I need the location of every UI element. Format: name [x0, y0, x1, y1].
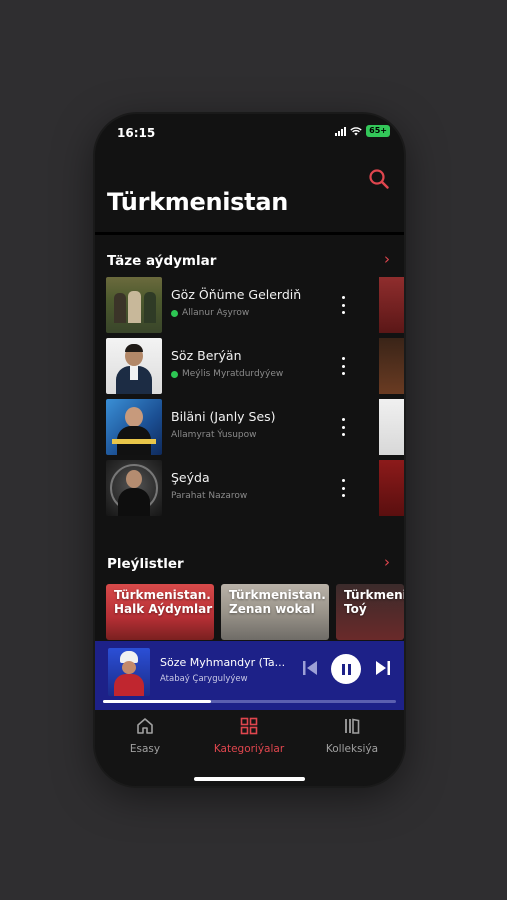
playback-progress-bar[interactable] — [103, 700, 396, 703]
playlist-card[interactable]: Türkmenistan. Halk Aýdymlar — [106, 584, 214, 640]
playlist-label-line: Zenan wokal — [229, 602, 315, 616]
track-artist: Meýlis Myratdurdyýew — [171, 369, 283, 379]
playlist-label-line: Türkmenistan. — [229, 588, 326, 602]
tab-label: Kolleksiýa — [325, 743, 379, 755]
verified-icon — [171, 370, 178, 378]
playlist-label: Türkmenistan. Halk Aýdymlar — [114, 588, 212, 616]
track-artwork — [106, 399, 162, 455]
new-songs-more-chevron-icon[interactable]: › — [384, 250, 390, 268]
track-artwork — [106, 277, 162, 333]
pause-button[interactable] — [331, 654, 361, 684]
verified-icon — [171, 309, 178, 317]
tab-home[interactable]: Esasy — [95, 716, 195, 755]
section-title-new-songs: Täze aýdymlar — [107, 253, 217, 269]
more-options-icon[interactable] — [339, 355, 347, 377]
status-time: 16:15 — [117, 126, 156, 140]
track-artist-name: Allamyrat Ýusupow — [171, 430, 257, 440]
search-icon[interactable] — [368, 168, 390, 190]
next-track-icon[interactable] — [374, 659, 392, 677]
now-playing-artwork — [108, 648, 150, 696]
next-column-artwork[interactable] — [379, 338, 404, 394]
playback-progress-fill — [103, 700, 212, 703]
playlist-card[interactable]: Türkmenistan. Zenan wokal — [221, 584, 329, 640]
pause-icon — [347, 663, 351, 675]
track-artist: Parahat Nazarow — [171, 491, 247, 501]
next-column-artwork[interactable] — [379, 277, 404, 333]
track-artist: Allamyrat Ýusupow — [171, 430, 257, 440]
track-artist: Allanur Aşyrow — [171, 308, 249, 318]
mini-player[interactable]: Söze Myhmandyr (Ta... Atabaý Çarygulyýew — [95, 641, 404, 710]
tab-label: Kategoriýalar — [213, 743, 285, 755]
next-column-artwork[interactable] — [379, 399, 404, 455]
signal-icon — [335, 126, 347, 136]
section-title-playlists: Pleýlistler — [107, 556, 184, 572]
battery-indicator: 65+ — [366, 125, 390, 137]
header-divider — [95, 232, 404, 235]
track-row[interactable]: Söz Berýän Meýlis Myratdurdyýew — [95, 338, 355, 396]
status-icons: 65+ — [335, 125, 390, 137]
more-options-icon[interactable] — [339, 294, 347, 316]
track-title: Şeýda — [171, 470, 210, 485]
library-icon — [345, 718, 360, 734]
track-artist-name: Allanur Aşyrow — [182, 308, 250, 318]
previous-track-icon[interactable] — [301, 659, 319, 677]
now-playing-artist: Atabaý Çarygulyýew — [160, 674, 248, 684]
phone-screen: 16:15 65+ Türkmenistan Täze aýdymlar › G… — [95, 114, 404, 786]
tab-label: Esasy — [129, 743, 161, 755]
track-title: Göz Öňüme Gelerdiň — [171, 287, 302, 302]
playlist-label: Türkmenistan. Zenan wokal — [229, 588, 326, 616]
tab-collection[interactable]: Kolleksiýa — [302, 716, 402, 755]
more-options-icon[interactable] — [339, 416, 347, 438]
wifi-icon — [350, 126, 362, 135]
tab-categories[interactable]: Kategoriýalar — [199, 716, 299, 755]
status-bar: 16:15 65+ — [95, 114, 404, 150]
track-row[interactable]: Göz Öňüme Gelerdiň Allanur Aşyrow — [95, 277, 355, 335]
playlist-label: Türkmenist Toý — [344, 588, 404, 616]
track-artist-name: Parahat Nazarow — [171, 491, 248, 501]
playlist-label-line: Halk Aýdymlar — [114, 602, 213, 616]
playlist-label-line: Türkmenist — [344, 588, 404, 602]
track-artwork — [106, 338, 162, 394]
home-icon — [137, 718, 153, 734]
playlist-label-line: Toý — [344, 602, 367, 616]
pause-icon — [341, 663, 345, 675]
track-row[interactable]: Biläni (Janly Ses) Allamyrat Ýusupow — [95, 399, 355, 457]
playlist-card[interactable]: Türkmenist Toý — [336, 584, 404, 640]
page-title: Türkmenistan — [107, 188, 289, 216]
next-column-artwork[interactable] — [379, 460, 404, 516]
tab-bar: Esasy Kategoriýalar Kolleksiýa — [95, 710, 404, 786]
more-options-icon[interactable] — [339, 477, 347, 499]
track-artwork — [106, 460, 162, 516]
track-title: Biläni (Janly Ses) — [171, 409, 276, 424]
track-artist-name: Meýlis Myratdurdyýew — [182, 369, 284, 379]
playlist-label-line: Türkmenistan. — [114, 588, 211, 602]
track-title: Söz Berýän — [171, 348, 242, 363]
home-indicator[interactable] — [194, 777, 305, 781]
now-playing-title: Söze Myhmandyr (Ta... — [160, 656, 286, 669]
track-row[interactable]: Şeýda Parahat Nazarow — [95, 460, 355, 518]
grid-icon — [240, 717, 258, 735]
playlists-more-chevron-icon[interactable]: › — [384, 553, 390, 571]
